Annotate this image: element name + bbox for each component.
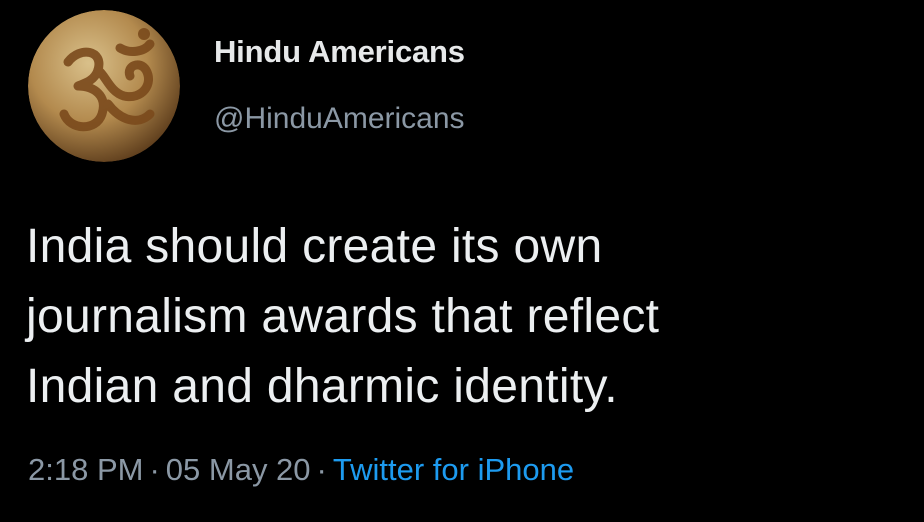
tweet-text-line: journalism awards that reflect bbox=[26, 290, 660, 343]
tweet-time[interactable]: 2:18 PM bbox=[28, 452, 143, 487]
tweet-meta: 2:18 PM · 05 May 20 · Twitter for iPhone bbox=[28, 452, 574, 488]
tweet-text: India should create its own journalism a… bbox=[26, 212, 906, 422]
tweet-date[interactable]: 05 May 20 bbox=[166, 452, 311, 487]
tweet-card: Hindu Americans @HinduAmericans India sh… bbox=[0, 0, 924, 522]
om-symbol-icon bbox=[28, 10, 180, 162]
tweet-text-line: India should create its own bbox=[26, 220, 603, 273]
meta-separator: · bbox=[149, 452, 160, 487]
tweet-text-line: Indian and dharmic identity. bbox=[26, 360, 618, 413]
avatar[interactable] bbox=[28, 10, 180, 162]
user-handle[interactable]: @HinduAmericans bbox=[214, 102, 465, 136]
display-name[interactable]: Hindu Americans bbox=[214, 34, 465, 70]
tweet-source-link[interactable]: Twitter for iPhone bbox=[333, 452, 574, 487]
meta-separator: · bbox=[316, 452, 327, 487]
